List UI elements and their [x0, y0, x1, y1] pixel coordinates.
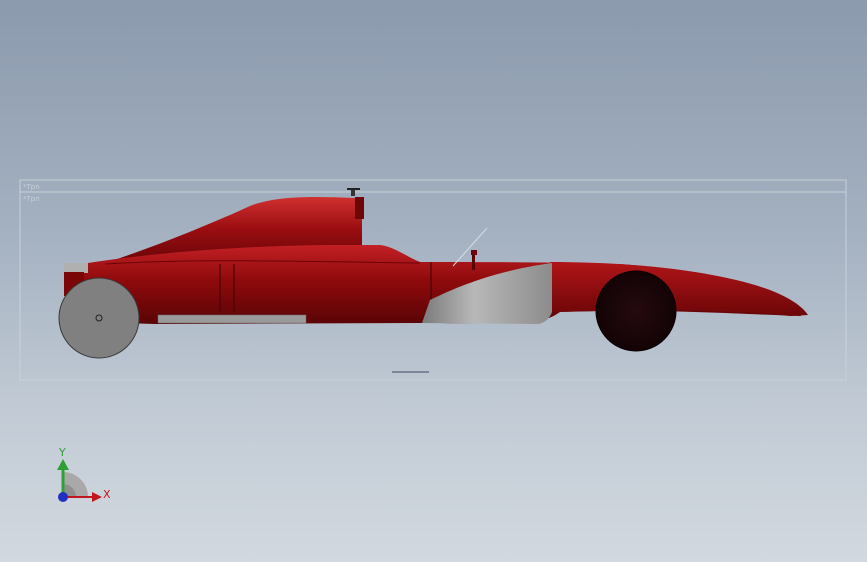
- mirror[interactable]: [471, 250, 477, 255]
- nose-cone[interactable]: [550, 262, 808, 316]
- sketch-label-upper: *Tpn: [23, 183, 40, 191]
- model-canvas[interactable]: *Tpn *Tpn Y X: [0, 0, 867, 562]
- reference-triad: Y X: [57, 446, 111, 502]
- camera-stem: [351, 190, 355, 196]
- rear-wing[interactable]: [64, 263, 88, 273]
- z-axis-point: [58, 492, 68, 502]
- front-wheel[interactable]: [595, 270, 677, 352]
- floor-plank[interactable]: [157, 314, 307, 324]
- antenna: [452, 227, 488, 267]
- camera-pod[interactable]: [347, 188, 360, 190]
- x-axis-label: X: [103, 488, 111, 501]
- x-axis-arrow: [92, 492, 102, 502]
- graphics-viewport[interactable]: *Tpn *Tpn Y X: [0, 0, 867, 562]
- y-axis-label: Y: [58, 446, 66, 459]
- y-axis-arrow: [57, 459, 69, 470]
- air-intake[interactable]: [355, 197, 364, 219]
- f1-car-model[interactable]: [58, 188, 808, 359]
- sketch-label-lower: *Tpn: [23, 195, 40, 203]
- mirror-stem: [472, 255, 475, 270]
- rear-wheel[interactable]: [58, 277, 140, 359]
